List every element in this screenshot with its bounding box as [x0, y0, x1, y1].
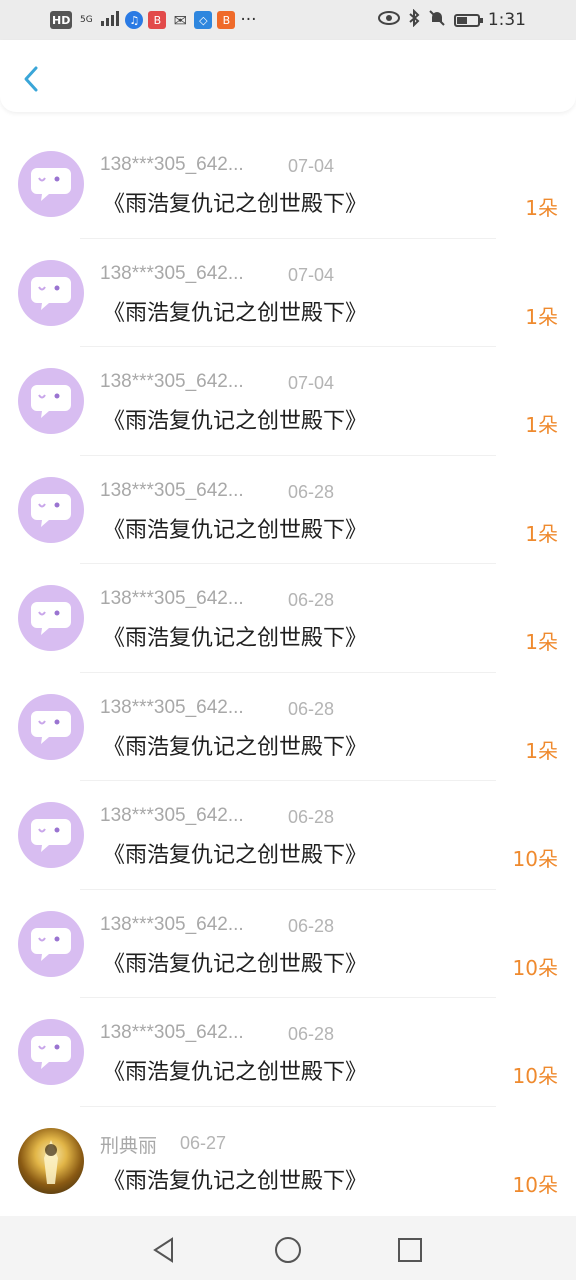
record-date: 06-28: [288, 590, 335, 610]
book-title: 《雨浩复仇记之创世殿下》: [103, 1168, 368, 1194]
eye-icon: [377, 10, 400, 30]
nav-back-icon[interactable]: [150, 1236, 178, 1268]
app-notification-icon: B: [148, 11, 167, 29]
book-title: 《雨浩复仇记之创世殿下》: [103, 517, 368, 543]
list-item[interactable]: 138***305_642... 06-28 《雨浩复仇记之创世殿下》 10朵: [0, 890, 576, 998]
chat-bubble-icon: [18, 476, 84, 543]
book-title: 《雨浩复仇记之创世殿下》: [103, 951, 368, 977]
flower-amount: 10朵: [512, 1064, 558, 1088]
header: [0, 40, 576, 112]
chat-bubble-icon: [18, 1019, 84, 1085]
list-item[interactable]: 138***305_642... 06-28 《雨浩复仇记之创世殿下》 10朵: [0, 998, 576, 1107]
record-date: 06-27: [180, 1132, 227, 1153]
flower-amount: 1朵: [525, 630, 558, 654]
record-date: 06-28: [288, 807, 335, 827]
sender-name: 138***305_642...: [100, 262, 244, 284]
book-title: 《雨浩复仇记之创世殿下》: [103, 843, 368, 868]
chat-bubble-icon: [18, 910, 84, 977]
record-date: 07-04: [288, 264, 335, 285]
book-title: 《雨浩复仇记之创世殿下》: [103, 1060, 368, 1085]
status-time: 1:31: [487, 10, 526, 30]
chat-bubble-icon: [18, 368, 84, 434]
status-bar: HD 5G ♫ B ✉ ◇ B ··· 1:31: [0, 0, 576, 40]
chat-bubble-icon: [18, 802, 84, 868]
nav-home-icon[interactable]: [274, 1236, 302, 1268]
sender-name: 138***305_642...: [100, 588, 244, 609]
record-date: 06-28: [288, 698, 335, 719]
flower-amount: 1朵: [525, 413, 558, 437]
flower-amount: 1朵: [525, 521, 558, 546]
list-item[interactable]: 刑典丽 06-27 《雨浩复仇记之创世殿下》 10朵: [0, 1107, 576, 1216]
system-nav-bar: [0, 1216, 576, 1280]
sender-name: 138***305_642...: [100, 1022, 244, 1043]
gift-record-list: 138***305_642... 07-04 《雨浩复仇记之创世殿下》 1朵 1…: [0, 130, 576, 1215]
mute-bell-icon: [428, 9, 446, 32]
sender-name: 138***305_642...: [100, 371, 244, 392]
signal-icon: [100, 10, 120, 31]
user-avatar: [18, 1127, 84, 1194]
record-date: 07-04: [288, 373, 335, 393]
list-item[interactable]: 138***305_642... 06-28 《雨浩复仇记之创世殿下》 1朵: [0, 456, 576, 564]
status-left: HD 5G ♫ B ✉ ◇ B ···: [50, 10, 257, 31]
list-item[interactable]: 138***305_642... 06-28 《雨浩复仇记之创世殿下》 10朵: [0, 781, 576, 890]
back-arrow-icon[interactable]: [18, 64, 48, 94]
music-app-icon: ♫: [125, 11, 144, 29]
battery-icon: [453, 13, 483, 27]
book-title: 《雨浩复仇记之创世殿下》: [103, 192, 368, 217]
flower-amount: 10朵: [512, 847, 558, 871]
book-title: 《雨浩复仇记之创世殿下》: [103, 734, 368, 760]
book-title: 《雨浩复仇记之创世殿下》: [103, 626, 368, 651]
chat-bubble-icon: [18, 693, 84, 760]
book-title: 《雨浩复仇记之创世殿下》: [103, 300, 368, 326]
sender-name: 138***305_642...: [100, 696, 244, 718]
flower-amount: 1朵: [525, 196, 558, 220]
chat-bubble-icon: [18, 151, 84, 217]
app-notification-icon-2: B: [217, 11, 236, 29]
more-notifications-icon: ···: [240, 10, 257, 30]
hd-icon: HD: [50, 11, 73, 29]
list-item[interactable]: 138***305_642... 07-04 《雨浩复仇记之创世殿下》 1朵: [0, 347, 576, 456]
network-5g-icon: 5G: [79, 14, 93, 25]
chat-bubble-icon: [18, 259, 84, 326]
record-date: 06-28: [288, 915, 335, 936]
chat-bubble-icon: [18, 585, 84, 651]
sender-name: 刑典丽: [100, 1135, 158, 1157]
bluetooth-icon: [408, 8, 420, 32]
list-item[interactable]: 138***305_642... 06-28 《雨浩复仇记之创世殿下》 1朵: [0, 564, 576, 673]
sender-name: 138***305_642...: [100, 913, 244, 935]
flower-amount: 1朵: [525, 738, 558, 763]
list-item[interactable]: 138***305_642... 07-04 《雨浩复仇记之创世殿下》 1朵: [0, 239, 576, 347]
app-sync-icon: ◇: [194, 11, 213, 29]
wechat-icon: ✉: [173, 10, 188, 30]
record-date: 06-28: [288, 481, 335, 502]
sender-name: 138***305_642...: [100, 154, 244, 175]
flower-amount: 1朵: [525, 304, 558, 329]
record-date: 07-04: [288, 156, 335, 176]
flower-amount: 10朵: [512, 955, 558, 980]
nav-recents-icon[interactable]: [396, 1236, 424, 1268]
record-date: 06-28: [288, 1024, 335, 1044]
sender-name: 138***305_642...: [100, 479, 244, 501]
list-item[interactable]: 138***305_642... 07-04 《雨浩复仇记之创世殿下》 1朵: [0, 130, 576, 239]
list-item[interactable]: 138***305_642... 06-28 《雨浩复仇记之创世殿下》 1朵: [0, 673, 576, 781]
flower-amount: 10朵: [512, 1172, 558, 1197]
book-title: 《雨浩复仇记之创世殿下》: [103, 409, 368, 434]
status-right: 1:31: [377, 8, 526, 32]
sender-name: 138***305_642...: [100, 805, 244, 826]
